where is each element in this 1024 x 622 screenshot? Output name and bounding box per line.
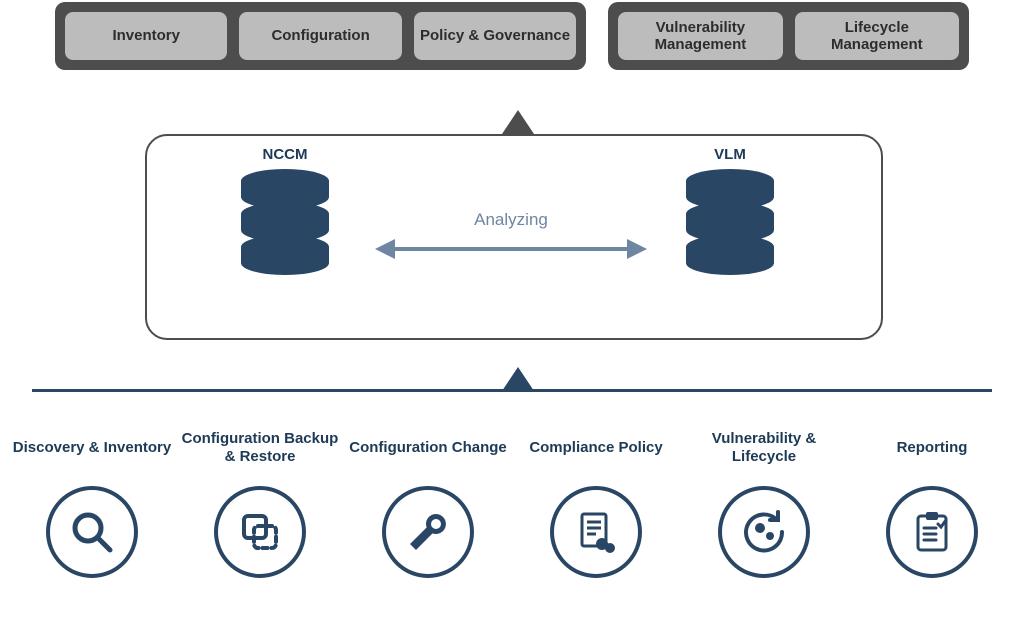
pill-label: Configuration xyxy=(271,27,369,44)
pointer-to-center-icon xyxy=(502,367,534,391)
feature-change: Configuration Change xyxy=(344,418,512,578)
feature-label: Compliance Policy xyxy=(525,418,666,478)
wrench-icon xyxy=(404,508,452,556)
report-icon xyxy=(908,508,956,556)
feature-circle xyxy=(46,486,138,578)
feature-backup: Configuration Backup & Restore xyxy=(176,418,344,578)
db-vlm: VLM xyxy=(680,146,780,279)
analyze-label: Analyzing xyxy=(375,210,647,230)
pill-label: Lifecycle Management xyxy=(801,19,953,54)
pointer-to-top-icon xyxy=(502,110,534,134)
feature-discovery: Discovery & Inventory xyxy=(8,418,176,578)
feature-circle xyxy=(886,486,978,578)
cycle-icon xyxy=(738,506,790,558)
pill-label: Vulnerability Management xyxy=(624,19,776,54)
pill-lifecycle-mgmt: Lifecycle Management xyxy=(795,12,959,60)
database-icon xyxy=(680,169,780,279)
copy-icon xyxy=(236,508,284,556)
divider xyxy=(32,389,992,392)
top-group-right: Vulnerability Management Lifecycle Manag… xyxy=(608,2,969,70)
feature-label: Discovery & Inventory xyxy=(9,418,175,478)
db-label: VLM xyxy=(680,146,780,163)
feature-compliance: Compliance Policy xyxy=(512,418,680,578)
pill-policy-governance: Policy & Governance xyxy=(414,12,576,60)
top-group-left: Inventory Configuration Policy & Governa… xyxy=(55,2,586,70)
feature-label: Configuration Backup & Restore xyxy=(176,418,344,478)
feature-row: Discovery & Inventory Configuration Back… xyxy=(8,418,1016,578)
analyze-relation: Analyzing xyxy=(375,210,647,262)
feature-circle xyxy=(718,486,810,578)
pill-vuln-mgmt: Vulnerability Management xyxy=(618,12,782,60)
pill-inventory: Inventory xyxy=(65,12,227,60)
feature-vuln-lifecycle: Vulnerability & Lifecycle xyxy=(680,418,848,578)
bi-arrow-icon xyxy=(375,236,647,262)
feature-circle xyxy=(214,486,306,578)
feature-label: Vulnerability & Lifecycle xyxy=(680,418,848,478)
pill-label: Inventory xyxy=(112,27,180,44)
pill-configuration: Configuration xyxy=(239,12,401,60)
feature-label: Configuration Change xyxy=(345,418,511,478)
pill-label: Policy & Governance xyxy=(420,27,570,44)
feature-circle xyxy=(550,486,642,578)
db-nccm: NCCM xyxy=(235,146,335,279)
feature-circle xyxy=(382,486,474,578)
feature-label: Reporting xyxy=(893,418,972,478)
search-icon xyxy=(68,508,116,556)
feature-reporting: Reporting xyxy=(848,418,1016,578)
topbar: Inventory Configuration Policy & Governa… xyxy=(55,2,969,70)
database-icon xyxy=(235,169,335,279)
db-label: NCCM xyxy=(235,146,335,163)
policy-icon xyxy=(572,508,620,556)
